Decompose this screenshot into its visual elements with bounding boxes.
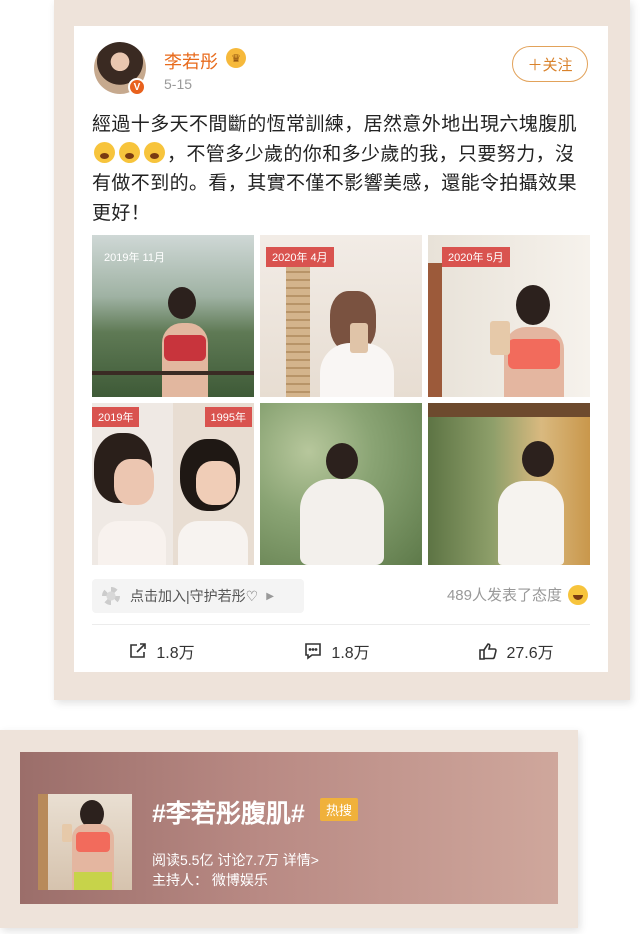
smile-emoji-icon: [568, 584, 588, 605]
post-image-2[interactable]: 2020年 4月: [260, 235, 422, 397]
topic-stats[interactable]: 阅读5.5亿 讨论7.7万 详情>: [152, 850, 319, 870]
image-date-tag: 2020年 5月: [442, 247, 510, 267]
post-image-6[interactable]: [428, 403, 590, 565]
post-text-part-2: ，不管多少歲的你和多少歲的我，只要努力，沒有做不到的。看，其實不僅不影響美感，還…: [92, 143, 578, 224]
like-count: 27.6万: [506, 645, 554, 662]
username[interactable]: 李若彤: [164, 48, 218, 74]
topic-title[interactable]: #李若彤腹肌#: [152, 794, 305, 830]
image-date-tag: 2020年 4月: [266, 247, 334, 267]
comment-button[interactable]: 1.8万: [303, 638, 370, 664]
door-frame: [428, 263, 442, 397]
thumbs-up-icon: [479, 643, 498, 660]
red-top: [164, 335, 206, 361]
image-grid: 2019年 11月 2020年 4月 2020年 5月 2019年 1995年: [92, 235, 590, 565]
person-figure: [326, 443, 358, 479]
scared-emoji-icon: [119, 141, 140, 163]
image-date-tag: 2019年: [92, 407, 140, 427]
scared-emoji-icon: [94, 141, 115, 163]
chevron-right-icon: ▶: [266, 590, 274, 602]
post-date: 5-15: [164, 76, 193, 92]
follow-button[interactable]: ＋关注: [512, 46, 588, 82]
post-text-part-1: 經過十多天不間斷的恆常訓練，居然意外地出現六塊腹肌: [92, 114, 578, 135]
supertopic-join-bar[interactable]: 点击加入|守护若彤♡ ▶: [92, 579, 304, 613]
post-text: 經過十多天不間斷的恆常訓練，居然意外地出現六塊腹肌 ，不管多少歲的你和多少歲的我，…: [92, 110, 592, 228]
railing: [92, 371, 254, 375]
scared-emoji-icon: [144, 141, 165, 163]
supertopic-label: 点击加入|守护若彤♡: [130, 588, 259, 604]
topic-thumbnail: [38, 794, 132, 890]
roof: [428, 403, 590, 417]
hot-badge: 热搜: [320, 798, 359, 821]
share-button[interactable]: 1.8万: [128, 638, 195, 664]
phone: [350, 323, 368, 353]
person-figure: [114, 459, 154, 505]
comment-icon: [305, 643, 322, 660]
post-image-1[interactable]: 2019年 11月: [92, 235, 254, 397]
person-figure: [522, 441, 554, 477]
person-figure: [300, 479, 384, 565]
hot-topic-card[interactable]: #李若彤腹肌# 热搜 阅读5.5亿 讨论7.7万 详情> 主持人： 微博娱乐: [20, 752, 558, 904]
share-icon: [130, 643, 147, 658]
post-image-4[interactable]: 2019年 1995年: [92, 403, 254, 565]
person-figure: [168, 287, 196, 319]
shutter: [286, 257, 310, 397]
person-figure: [178, 521, 248, 565]
like-button[interactable]: 27.6万: [478, 638, 554, 664]
phone: [490, 321, 510, 355]
post-image-3[interactable]: 2020年 5月: [428, 235, 590, 397]
attitude-text: 489人发表了态度: [446, 587, 562, 604]
divider: [92, 624, 590, 625]
post-image-5[interactable]: [260, 403, 422, 565]
action-bar: 1.8万 1.8万 27.6万: [74, 638, 608, 664]
comment-count: 1.8万: [331, 645, 370, 662]
person-figure: [516, 285, 550, 325]
verified-badge-icon: V: [128, 78, 146, 96]
person-figure: [498, 481, 564, 565]
image-date-tag: 1995年: [204, 407, 252, 427]
person-figure: [98, 521, 166, 565]
coral-top: [508, 339, 560, 369]
flower-icon: [102, 587, 120, 605]
person-figure: [196, 461, 236, 505]
attitude-count[interactable]: 489人发表了态度: [447, 584, 588, 605]
weibo-post-card: V 李若彤 ♛ 5-15 ＋关注 經過十多天不間斷的恆常訓練，居然意外地出現六塊…: [74, 26, 608, 672]
image-date-tag: 2019年 11月: [104, 252, 165, 264]
share-count: 1.8万: [156, 645, 195, 662]
vip-crown-icon: ♛: [226, 48, 246, 68]
topic-host: 主持人： 微博娱乐: [152, 872, 268, 888]
